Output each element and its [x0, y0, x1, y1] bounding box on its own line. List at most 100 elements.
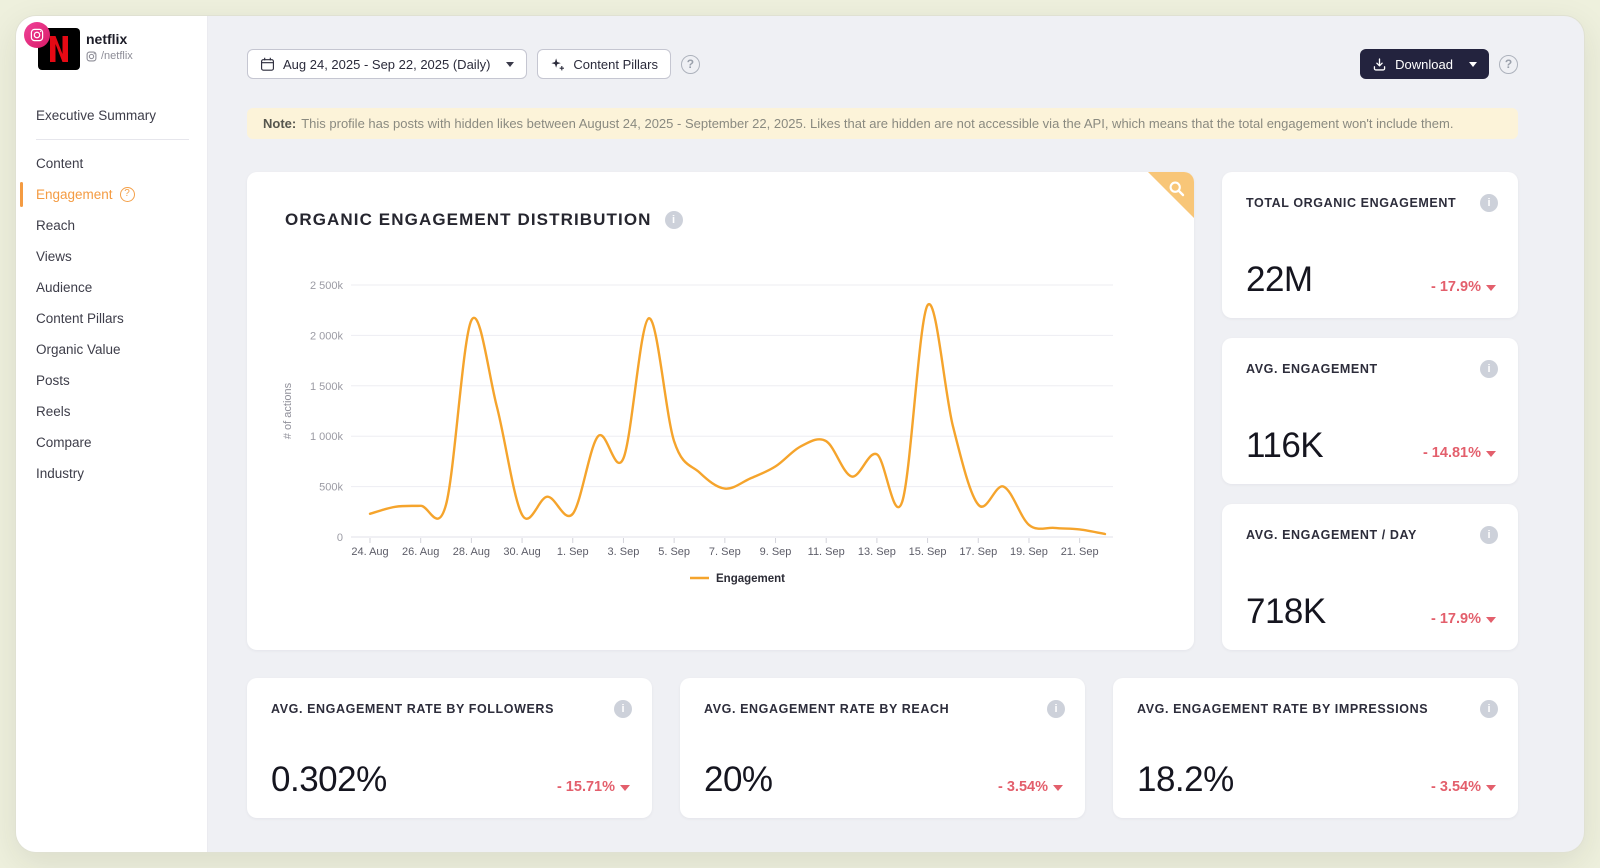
- metric-change: - 14.81%: [1423, 445, 1496, 461]
- help-icon[interactable]: ?: [1499, 55, 1518, 74]
- info-icon[interactable]: i: [665, 211, 683, 229]
- sidebar-item-reach[interactable]: Reach: [16, 210, 207, 241]
- sidebar-item-label: Audience: [36, 280, 92, 295]
- trend-down-icon: [1486, 617, 1496, 623]
- y-axis-tick-label: 2 500k: [310, 280, 344, 292]
- chart-zoom-corner-button[interactable]: [1148, 172, 1194, 218]
- divider: [36, 139, 189, 140]
- main-area: Aug 24, 2025 - Sep 22, 2025 (Daily) Cont…: [208, 16, 1584, 852]
- x-axis-tick-label: 11. Sep: [808, 546, 845, 558]
- info-icon[interactable]: i: [1480, 700, 1498, 718]
- metric-value: 718K: [1246, 592, 1326, 632]
- profile-name: netflix: [86, 31, 127, 47]
- sidebar-item-reels[interactable]: Reels: [16, 396, 207, 427]
- y-axis-title: # of actions: [282, 382, 294, 439]
- metric-change-value: - 17.9%: [1431, 279, 1481, 295]
- date-range-label: Aug 24, 2025 - Sep 22, 2025 (Daily): [283, 57, 490, 72]
- card-title: AVG. ENGAGEMENT: [1246, 360, 1378, 376]
- trend-down-icon: [1486, 785, 1496, 791]
- x-axis-tick-label: 17. Sep: [959, 546, 997, 558]
- stat-card-avg-engagement-day: AVG. ENGAGEMENT / DAYi718K- 17.9%: [1222, 504, 1518, 650]
- metric-change: - 17.9%: [1431, 611, 1496, 627]
- sidebar-item-engagement[interactable]: Engagement?: [16, 179, 207, 210]
- note-prefix: Note:: [263, 116, 296, 131]
- metric-change-value: - 15.71%: [557, 779, 615, 795]
- metric-value: 18.2%: [1137, 760, 1234, 800]
- engagement-line: [370, 304, 1105, 534]
- metric-change: - 3.54%: [998, 779, 1063, 795]
- legend-label: Engagement: [716, 573, 785, 585]
- organic-engagement-chart-card: ORGANIC ENGAGEMENT DISTRIBUTION i 0500k1…: [247, 172, 1194, 650]
- x-axis-tick-label: 21. Sep: [1061, 546, 1099, 558]
- metric-value: 0.302%: [271, 760, 387, 800]
- help-icon[interactable]: ?: [681, 55, 700, 74]
- x-axis-tick-label: 28. Aug: [453, 546, 490, 558]
- hidden-likes-note: Note: This profile has posts with hidden…: [247, 108, 1518, 139]
- info-icon[interactable]: i: [1480, 360, 1498, 378]
- sidebar-item-executive-summary[interactable]: Executive Summary: [16, 100, 207, 131]
- rate-card-avg-engagement-rate-by-reach: AVG. ENGAGEMENT RATE BY REACHi20%- 3.54%: [680, 678, 1085, 818]
- info-icon[interactable]: i: [614, 700, 632, 718]
- content-grid: ORGANIC ENGAGEMENT DISTRIBUTION i 0500k1…: [247, 172, 1518, 650]
- metric-change: - 15.71%: [557, 779, 630, 795]
- y-axis-tick-label: 0: [337, 532, 343, 544]
- stat-card-total-organic-engagement: TOTAL ORGANIC ENGAGEMENT i 22M - 17.9%: [1222, 172, 1518, 318]
- instagram-icon: [86, 51, 97, 62]
- y-axis-tick-label: 2 000k: [310, 330, 344, 342]
- x-axis-tick-label: 15. Sep: [909, 546, 947, 558]
- sidebar-item-content-pillars[interactable]: Content Pillars: [16, 303, 207, 334]
- profile-handle: /netflix: [86, 50, 133, 62]
- sidebar-item-label: Content: [36, 156, 83, 171]
- rate-card-avg-engagement-rate-by-impressions: AVG. ENGAGEMENT RATE BY IMPRESSIONS i 18.2…: [1113, 678, 1518, 818]
- metric-change-value: - 3.54%: [1431, 779, 1481, 795]
- x-axis-tick-label: 24. Aug: [351, 546, 388, 558]
- x-axis-tick-label: 9. Sep: [760, 546, 792, 558]
- help-icon: ?: [120, 187, 135, 202]
- sidebar-item-organic-value[interactable]: Organic Value: [16, 334, 207, 365]
- metric-value: 116K: [1246, 426, 1323, 466]
- x-axis-tick-label: 26. Aug: [402, 546, 439, 558]
- metric-value: 22M: [1246, 260, 1313, 300]
- sidebar-item-label: Reels: [36, 404, 71, 419]
- y-axis-tick-label: 1 000k: [310, 431, 344, 443]
- metric-change-value: - 3.54%: [998, 779, 1048, 795]
- app-window: netflix /netflix Executive Summary Conten…: [16, 16, 1584, 852]
- sidebar-item-label: Compare: [36, 435, 92, 450]
- chart-title: ORGANIC ENGAGEMENT DISTRIBUTION: [285, 210, 652, 230]
- download-button[interactable]: Download: [1360, 49, 1489, 79]
- chart-legend[interactable]: Engagement: [690, 573, 785, 585]
- x-axis-tick-label: 1. Sep: [557, 546, 589, 558]
- stat-cards-column: TOTAL ORGANIC ENGAGEMENT i 22M - 17.9% AVG. …: [1222, 172, 1518, 650]
- sidebar-item-label: Industry: [36, 466, 84, 481]
- download-label: Download: [1395, 57, 1453, 72]
- date-range-button[interactable]: Aug 24, 2025 - Sep 22, 2025 (Daily): [247, 49, 527, 79]
- sidebar-item-industry[interactable]: Industry: [16, 458, 207, 489]
- topbar: Aug 24, 2025 - Sep 22, 2025 (Daily) Cont…: [247, 49, 1518, 79]
- info-icon[interactable]: i: [1047, 700, 1065, 718]
- sidebar-item-audience[interactable]: Audience: [16, 272, 207, 303]
- content-pillars-button[interactable]: Content Pillars: [537, 49, 671, 79]
- sidebar-item-label: Content Pillars: [36, 311, 124, 326]
- sidebar-item-compare[interactable]: Compare: [16, 427, 207, 458]
- download-icon: [1372, 57, 1387, 72]
- engagement-chart[interactable]: 0500k1 000k1 500k2 000k2 500k# of action…: [247, 172, 1194, 650]
- x-axis-tick-label: 3. Sep: [608, 546, 640, 558]
- note-text: This profile has posts with hidden likes…: [301, 116, 1453, 131]
- sidebar-item-label: Engagement: [36, 187, 113, 202]
- x-axis-tick-label: 19. Sep: [1010, 546, 1048, 558]
- content-pillars-label: Content Pillars: [573, 57, 658, 72]
- sidebar-item-posts[interactable]: Posts: [16, 365, 207, 396]
- sidebar-item-content[interactable]: Content: [16, 148, 207, 179]
- metric-change: - 3.54%: [1431, 779, 1496, 795]
- profile-header[interactable]: netflix /netflix: [16, 16, 207, 92]
- card-title: TOTAL ORGANIC ENGAGEMENT: [1246, 194, 1456, 210]
- card-title: AVG. ENGAGEMENT RATE BY REACH: [704, 700, 949, 716]
- sidebar-item-label: Reach: [36, 218, 75, 233]
- info-icon[interactable]: i: [1480, 526, 1498, 544]
- info-icon[interactable]: i: [1480, 194, 1498, 212]
- sidebar-item-views[interactable]: Views: [16, 241, 207, 272]
- sidebar-nav: Executive Summary Content Engagement? Reach…: [16, 100, 207, 489]
- card-title: AVG. ENGAGEMENT RATE BY FOLLOWERS: [271, 700, 554, 716]
- card-title: AVG. ENGAGEMENT RATE BY IMPRESSIONS: [1137, 700, 1428, 716]
- caret-down-icon: [506, 62, 514, 67]
